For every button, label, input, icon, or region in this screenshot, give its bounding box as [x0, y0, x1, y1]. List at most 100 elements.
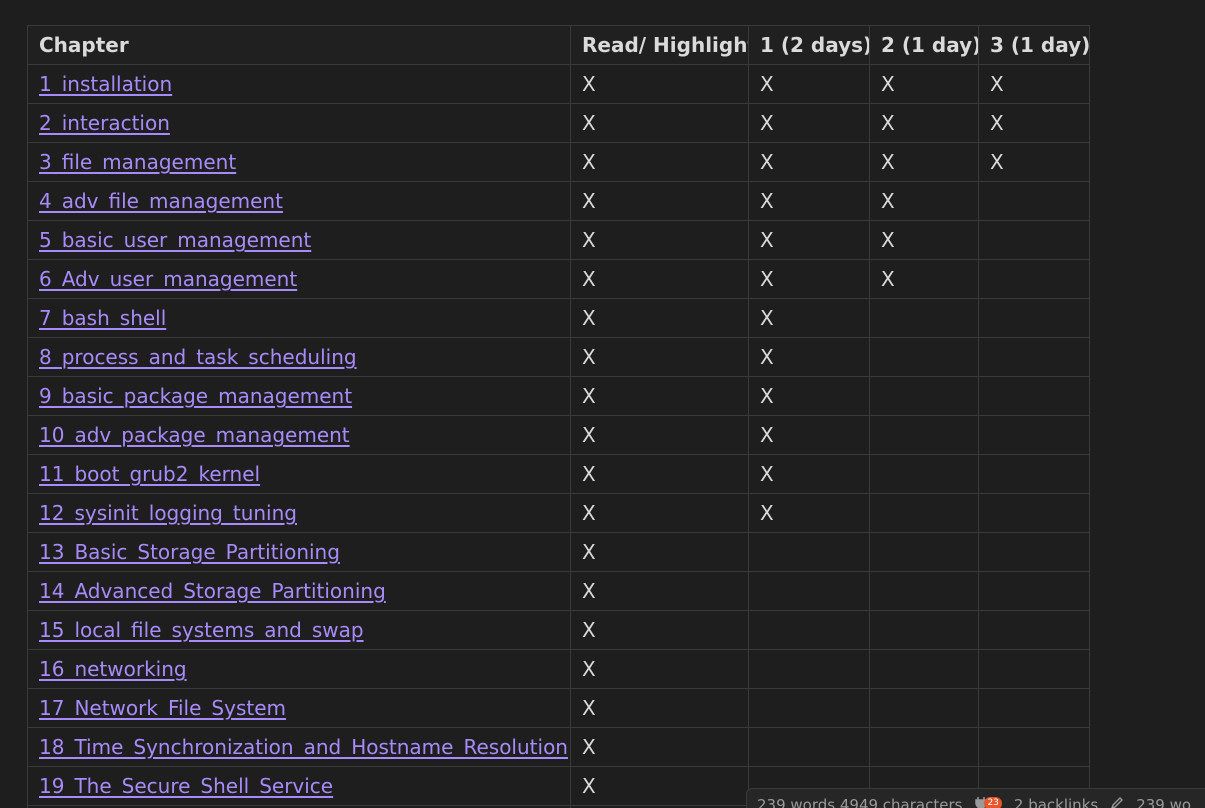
status-cell: X: [570, 649, 749, 689]
table-row: 10_adv_package_management X X: [27, 415, 1090, 455]
chapter-link[interactable]: 4_adv_file_management: [39, 189, 283, 213]
status-cell: [978, 259, 1090, 299]
table-header-row: Chapter Read/ Highlight 1 (2 days) 2 (1 …: [27, 25, 1090, 65]
chapter-link[interactable]: 7_bash_shell: [39, 306, 166, 330]
status-cell: [869, 454, 979, 494]
pencil-icon[interactable]: [1110, 796, 1124, 808]
status-cell: [978, 649, 1090, 689]
table-row: 15_local_file_systems_and_swap X: [27, 610, 1090, 650]
chapter-cell: 16_networking: [27, 649, 571, 689]
chapter-cell: 11_boot_grub2_kernel: [27, 454, 571, 494]
chapter-link[interactable]: 2_interaction: [39, 111, 170, 135]
status-cell: [978, 337, 1090, 377]
chapter-link[interactable]: 13_Basic_Storage_Partitioning: [39, 540, 340, 564]
status-cell: [869, 493, 979, 533]
chapter-link[interactable]: 18_Time_Synchronization_and_Hostname_Res…: [39, 735, 568, 759]
status-cell: X: [570, 532, 749, 572]
status-cell: X: [570, 727, 749, 767]
chapter-cell: 19_The_Secure_Shell_Service: [27, 766, 571, 806]
status-cell: X: [570, 181, 749, 221]
table-row: 5_basic_user_management X X X: [27, 220, 1090, 260]
status-cell: [978, 532, 1090, 572]
status-cell: [978, 571, 1090, 611]
table-row: 18_Time_Synchronization_and_Hostname_Res…: [27, 727, 1090, 767]
status-cell: X: [748, 376, 870, 416]
status-cell: [748, 727, 870, 767]
table-row: 7_bash_shell X X: [27, 298, 1090, 338]
chapter-link[interactable]: 1_installation: [39, 72, 172, 96]
status-cell: X: [570, 766, 749, 806]
chapter-link[interactable]: 11_boot_grub2_kernel: [39, 462, 260, 486]
table-row: 17_Network_File_System X: [27, 688, 1090, 728]
chapter-link[interactable]: 12_sysinit_logging_tuning: [39, 501, 297, 525]
chapter-link[interactable]: 9_basic_package_management: [39, 384, 352, 408]
chapter-link[interactable]: 10_adv_package_management: [39, 423, 350, 447]
chapter-cell: 5_basic_user_management: [27, 220, 571, 260]
chapter-cell: 18_Time_Synchronization_and_Hostname_Res…: [27, 727, 571, 767]
status-cell: [978, 415, 1090, 455]
status-cell: X: [570, 103, 749, 143]
status-cell: [869, 376, 979, 416]
chapter-cell: 12_sysinit_logging_tuning: [27, 493, 571, 533]
chapter-cell: 2_interaction: [27, 103, 571, 143]
chapter-link[interactable]: 15_local_file_systems_and_swap: [39, 618, 364, 642]
status-cell: [869, 298, 979, 338]
status-cell: [978, 376, 1090, 416]
chapter-cell: 10_adv_package_management: [27, 415, 571, 455]
chapter-link[interactable]: 14_Advanced_Storage_Partitioning: [39, 579, 386, 603]
chapter-cell: 3_file_management: [27, 142, 571, 182]
chapter-cell: 7_bash_shell: [27, 298, 571, 338]
chapter-link[interactable]: 16_networking: [39, 657, 187, 681]
status-cell: [978, 454, 1090, 494]
status-cell: [978, 493, 1090, 533]
status-cell: [748, 532, 870, 572]
status-cell: X: [748, 142, 870, 182]
status-cell: X: [570, 376, 749, 416]
backlinks-count[interactable]: 2 backlinks: [1014, 796, 1098, 808]
status-cell: X: [978, 142, 1090, 182]
status-cell: X: [869, 220, 979, 260]
chapter-link[interactable]: 3_file_management: [39, 150, 236, 174]
column-header-read-highlight: Read/ Highlight: [570, 25, 749, 65]
column-header-chapter: Chapter: [27, 25, 571, 65]
table-row: 4_adv_file_management X X X: [27, 181, 1090, 221]
status-cell: X: [869, 64, 979, 104]
chapter-cell: 4_adv_file_management: [27, 181, 571, 221]
status-cell: [978, 610, 1090, 650]
chapter-link[interactable]: 19_The_Secure_Shell_Service: [39, 774, 333, 798]
status-cell: X: [748, 298, 870, 338]
status-cell: [978, 181, 1090, 221]
status-cell: X: [570, 64, 749, 104]
status-cell: [869, 688, 979, 728]
status-cell: [748, 688, 870, 728]
status-cell: [869, 727, 979, 767]
status-cell: [869, 649, 979, 689]
status-cell: X: [978, 64, 1090, 104]
column-header-pass-1: 1 (2 days): [748, 25, 870, 65]
chapter-cell: 17_Network_File_System: [27, 688, 571, 728]
chapter-link[interactable]: 6_Adv_user_management: [39, 267, 297, 291]
note-view: Chapter Read/ Highlight 1 (2 days) 2 (1 …: [0, 0, 1205, 808]
status-cell: X: [570, 415, 749, 455]
status-cell: X: [570, 259, 749, 299]
word-character-count: 239 words 4949 characters: [757, 796, 963, 808]
status-cell: [978, 220, 1090, 260]
chapter-link[interactable]: 17_Network_File_System: [39, 696, 286, 720]
table-row: 9_basic_package_management X X: [27, 376, 1090, 416]
table-row: 6_Adv_user_management X X X: [27, 259, 1090, 299]
status-bar: 239 words 4949 characters 23 2 backlinks…: [746, 788, 1205, 808]
status-cell: [748, 610, 870, 650]
chapter-link[interactable]: 8_process_and_task_scheduling: [39, 345, 357, 369]
status-cell: X: [978, 103, 1090, 143]
status-cell: [978, 298, 1090, 338]
status-cell: X: [869, 259, 979, 299]
chapter-link[interactable]: 5_basic_user_management: [39, 228, 311, 252]
chapter-cell: 1_installation: [27, 64, 571, 104]
plugin-status[interactable]: 23: [974, 796, 1002, 808]
edit-word-count: 239 wo: [1136, 796, 1192, 808]
status-cell: X: [570, 610, 749, 650]
status-cell: [978, 727, 1090, 767]
status-cell: X: [748, 181, 870, 221]
status-cell: X: [869, 103, 979, 143]
status-cell: X: [570, 337, 749, 377]
